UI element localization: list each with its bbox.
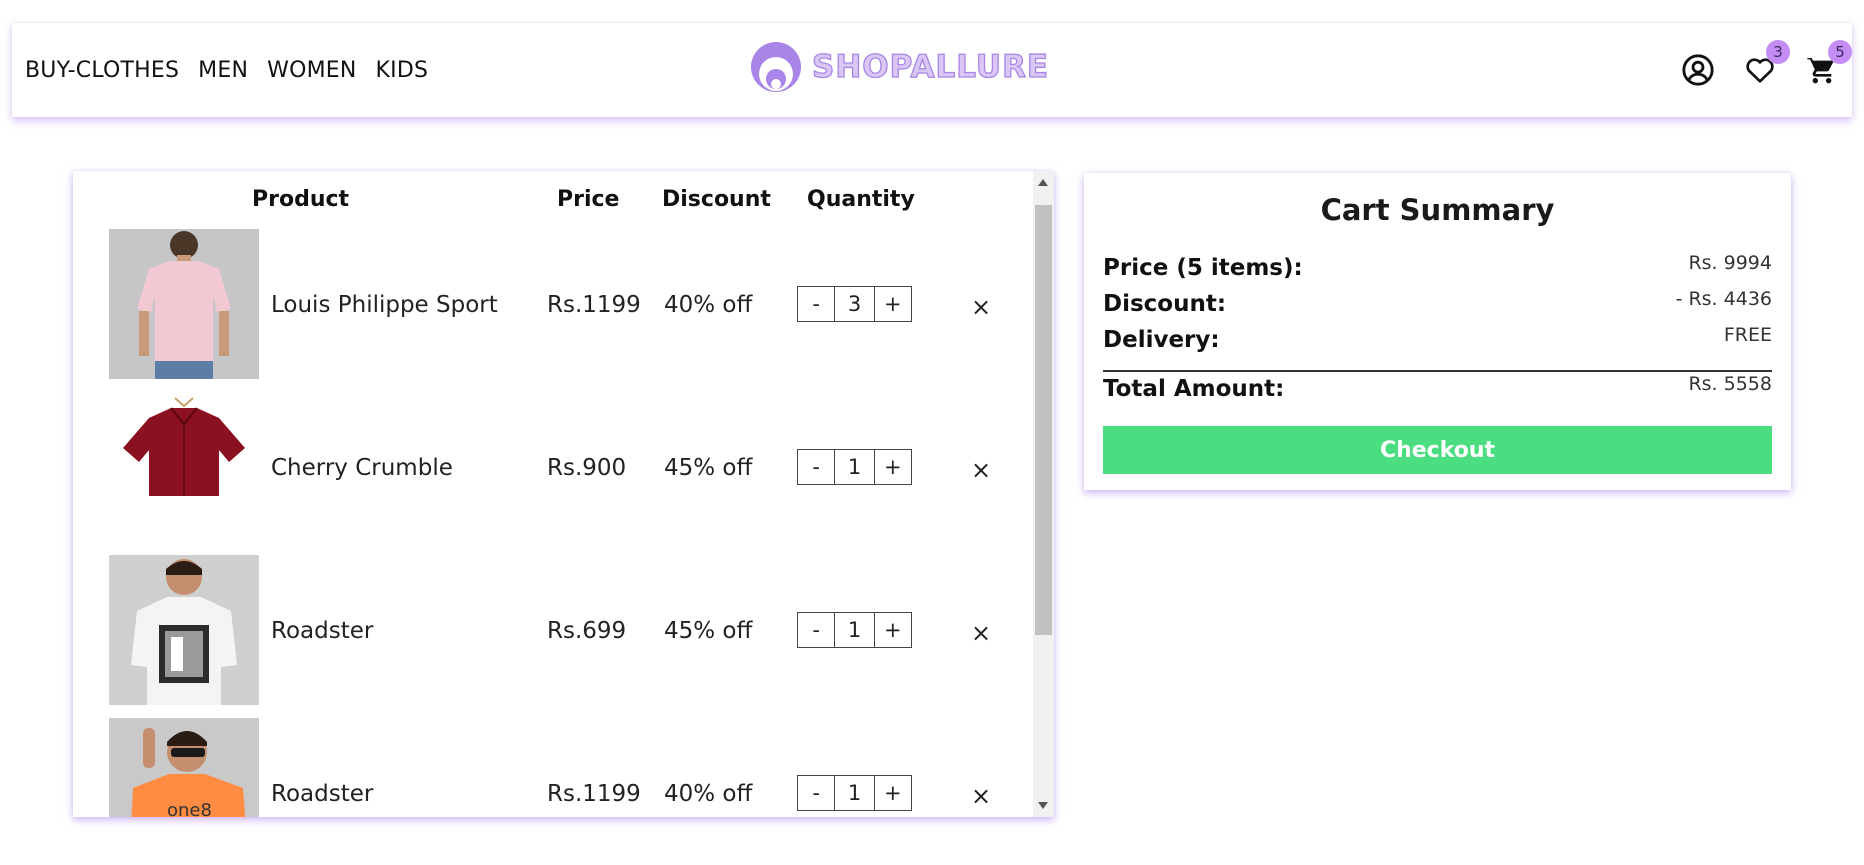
summary-delivery-value: FREE bbox=[1723, 324, 1772, 346]
scroll-up-arrow-icon[interactable] bbox=[1038, 179, 1048, 186]
wishlist-button[interactable]: 3 bbox=[1742, 40, 1790, 88]
nav-kids[interactable]: KIDS bbox=[376, 58, 429, 83]
svg-text:one8: one8 bbox=[167, 800, 212, 817]
cart-items-panel: Product Price Discount Quantity Louis Ph… bbox=[73, 171, 1054, 817]
wishlist-count-badge: 3 bbox=[1766, 40, 1790, 64]
quantity-value[interactable]: 1 bbox=[834, 776, 875, 810]
increase-quantity-button[interactable]: + bbox=[875, 613, 911, 647]
cart-button[interactable]: 5 bbox=[1804, 40, 1852, 88]
product-price: Rs.1199 bbox=[547, 781, 641, 807]
product-image[interactable] bbox=[109, 555, 259, 705]
remove-item-button[interactable]: × bbox=[971, 619, 991, 647]
checkout-button[interactable]: Checkout bbox=[1103, 426, 1772, 474]
product-image[interactable] bbox=[109, 392, 259, 542]
header-actions: 3 5 bbox=[1680, 23, 1852, 117]
increase-quantity-button[interactable]: + bbox=[875, 287, 911, 321]
product-name[interactable]: Roadster bbox=[271, 618, 373, 644]
quantity-value[interactable]: 1 bbox=[834, 450, 875, 484]
product-price: Rs.900 bbox=[547, 455, 627, 481]
summary-price-value: Rs. 9994 bbox=[1688, 252, 1772, 274]
decrease-quantity-button[interactable]: - bbox=[798, 450, 834, 484]
main-nav: BUY-CLOTHES MEN WOMEN KIDS bbox=[25, 23, 428, 117]
product-name[interactable]: Cherry Crumble bbox=[271, 455, 453, 481]
account-icon bbox=[1682, 54, 1714, 86]
remove-item-button[interactable]: × bbox=[971, 293, 991, 321]
cart-scrollbar[interactable] bbox=[1033, 171, 1054, 817]
product-discount: 40% off bbox=[664, 781, 753, 807]
summary-price-label: Price (5 items): bbox=[1103, 255, 1303, 281]
cart-summary-panel: Cart Summary Price (5 items): Rs. 9994 D… bbox=[1084, 173, 1791, 490]
column-header-price: Price bbox=[557, 187, 620, 212]
quantity-value[interactable]: 1 bbox=[834, 613, 875, 647]
cart-row: one8 Roadster Rs.1199 40% off - 1 + × bbox=[73, 718, 1033, 817]
summary-total-value: Rs. 5558 bbox=[1688, 373, 1772, 395]
remove-item-button[interactable]: × bbox=[971, 782, 991, 810]
quantity-stepper: - 1 + bbox=[797, 449, 912, 485]
increase-quantity-button[interactable]: + bbox=[875, 776, 911, 810]
decrease-quantity-button[interactable]: - bbox=[798, 287, 834, 321]
brand-name: SHOPALLURE bbox=[811, 48, 1050, 85]
summary-delivery-label: Delivery: bbox=[1103, 327, 1220, 353]
cart-row: Louis Philippe Sport Rs.1199 40% off - 3… bbox=[73, 229, 1033, 379]
site-header: BUY-CLOTHES MEN WOMEN KIDS SHOPALLURE 3 bbox=[12, 23, 1852, 117]
nav-men[interactable]: MEN bbox=[198, 58, 248, 83]
product-price: Rs.699 bbox=[547, 618, 627, 644]
decrease-quantity-button[interactable]: - bbox=[798, 776, 834, 810]
quantity-stepper: - 3 + bbox=[797, 286, 912, 322]
product-discount: 40% off bbox=[664, 292, 753, 318]
scroll-down-arrow-icon[interactable] bbox=[1038, 802, 1048, 809]
cart-summary-title: Cart Summary bbox=[1320, 193, 1555, 227]
cart-count-badge: 5 bbox=[1828, 40, 1852, 64]
product-price: Rs.1199 bbox=[547, 292, 641, 318]
remove-item-button[interactable]: × bbox=[971, 456, 991, 484]
summary-discount-label: Discount: bbox=[1103, 291, 1227, 317]
summary-discount-value: - Rs. 4436 bbox=[1675, 288, 1772, 310]
nav-buy-clothes[interactable]: BUY-CLOTHES bbox=[25, 58, 179, 83]
increase-quantity-button[interactable]: + bbox=[875, 450, 911, 484]
quantity-value[interactable]: 3 bbox=[834, 287, 875, 321]
column-header-product: Product bbox=[252, 187, 350, 212]
scrollbar-thumb[interactable] bbox=[1035, 205, 1052, 635]
quantity-stepper: - 1 + bbox=[797, 612, 912, 648]
product-discount: 45% off bbox=[664, 618, 753, 644]
column-header-quantity: Quantity bbox=[807, 187, 915, 212]
product-name[interactable]: Louis Philippe Sport bbox=[271, 292, 498, 318]
product-name[interactable]: Roadster bbox=[271, 781, 373, 807]
cart-row: Roadster Rs.699 45% off - 1 + × bbox=[73, 555, 1033, 705]
brand-logo[interactable]: SHOPALLURE bbox=[750, 37, 1049, 97]
quantity-stepper: - 1 + bbox=[797, 775, 912, 811]
nav-women[interactable]: WOMEN bbox=[267, 58, 356, 83]
summary-total-label: Total Amount: bbox=[1103, 376, 1285, 402]
cart-row: Cherry Crumble Rs.900 45% off - 1 + × bbox=[73, 392, 1033, 542]
summary-divider bbox=[1103, 370, 1772, 372]
product-image[interactable]: one8 bbox=[109, 718, 259, 817]
account-button[interactable] bbox=[1680, 52, 1716, 88]
product-discount: 45% off bbox=[664, 455, 753, 481]
product-image[interactable] bbox=[109, 229, 259, 379]
column-header-discount: Discount bbox=[662, 187, 771, 212]
brand-logo-icon bbox=[751, 42, 801, 92]
decrease-quantity-button[interactable]: - bbox=[798, 613, 834, 647]
